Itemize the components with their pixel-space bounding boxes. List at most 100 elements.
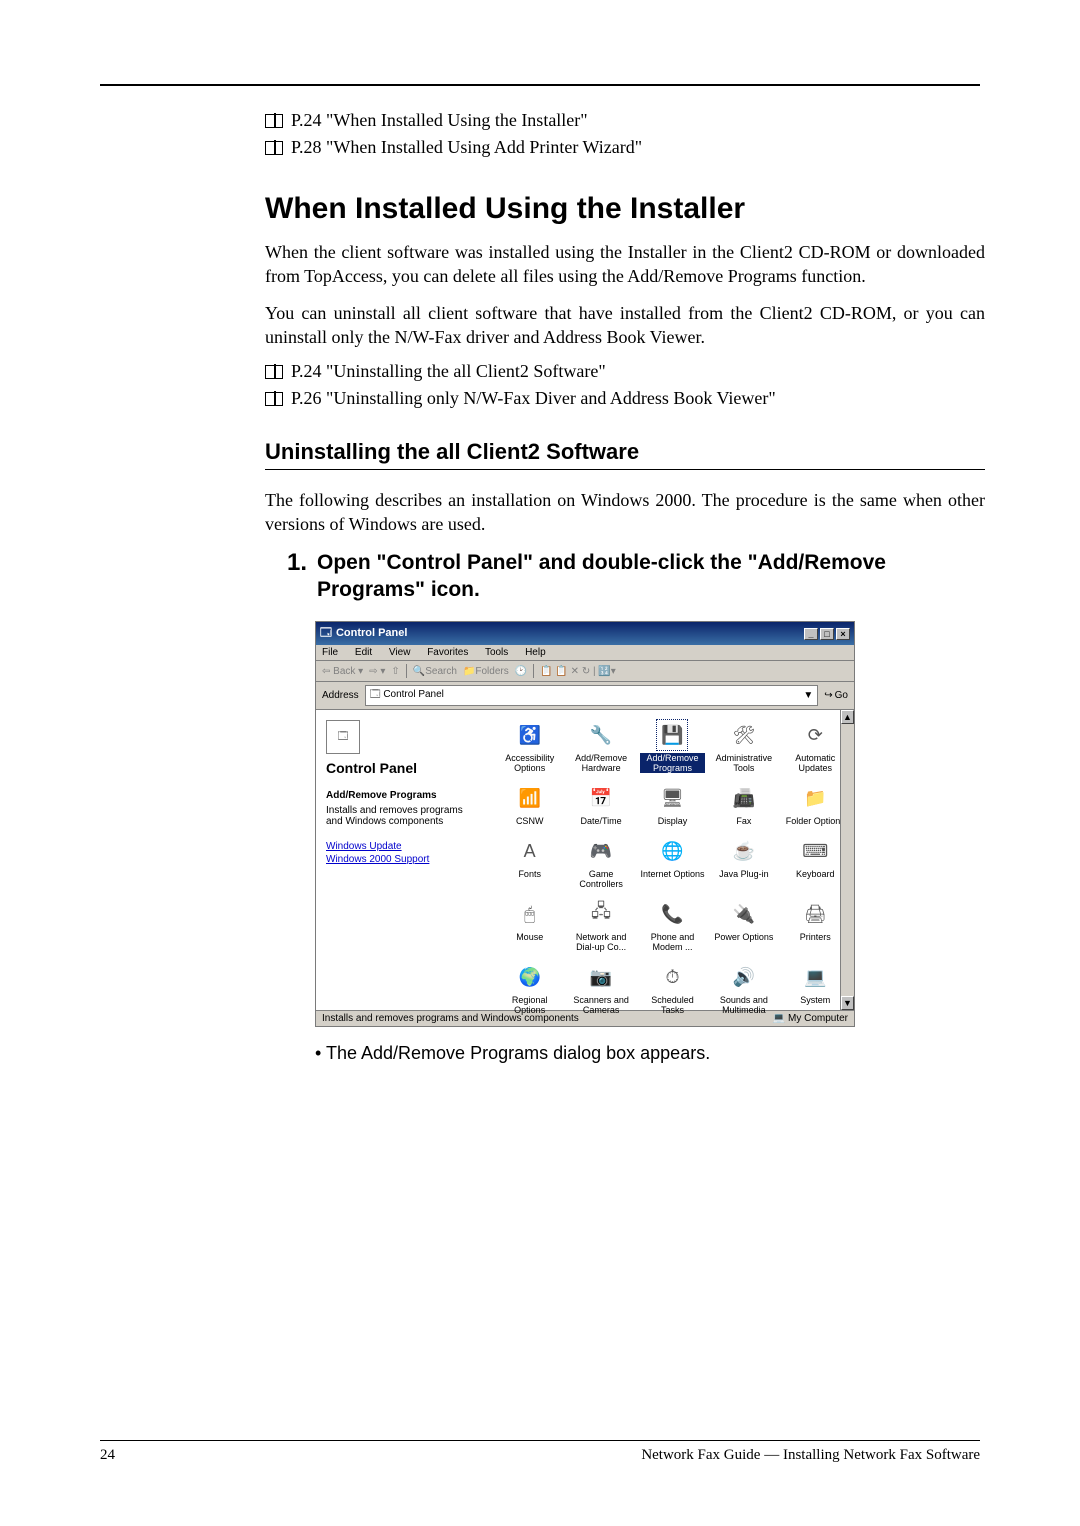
item-icon: 📶 <box>515 783 545 813</box>
menu-view[interactable]: View <box>389 647 411 658</box>
separator <box>533 664 534 678</box>
menu-favorites[interactable]: Favorites <box>427 647 468 658</box>
control-panel-left-pane: 🗔 Control Panel Add/Remove Programs Inst… <box>316 710 491 1010</box>
item-icon: 📁 <box>800 783 830 813</box>
item-label: Fonts <box>518 869 541 879</box>
control-panel-item[interactable]: 🔌Power Options <box>709 897 778 954</box>
address-label: Address <box>322 690 359 701</box>
book-icon <box>265 365 283 379</box>
forward-button[interactable]: ⇨ ▾ <box>369 666 385 677</box>
windows-2000-support-link[interactable]: Windows 2000 Support <box>326 854 481 865</box>
control-panel-item[interactable]: ☕ Java Plug-in <box>709 834 778 891</box>
control-panel-item[interactable]: 📅Date/Time <box>566 781 635 828</box>
control-panel-item[interactable]: 🎮Game Controllers <box>566 834 635 891</box>
item-label: Printers <box>800 932 831 942</box>
selected-item-desc: Installs and removes programs and Window… <box>326 805 481 827</box>
menu-tools[interactable]: Tools <box>485 647 508 658</box>
item-icon: 🌐 <box>657 836 687 866</box>
scroll-up-arrow[interactable]: ▲ <box>841 710 854 724</box>
address-value: Control Panel <box>383 689 444 700</box>
titlebar[interactable]: 🗔Control Panel _ □ × <box>316 622 854 645</box>
toolbar-extra-icons[interactable]: 📋 📋 ✕ ↻ | 🔢▾ <box>540 666 616 677</box>
reference-text: P.26 "Uninstalling only N/W-Fax Diver an… <box>291 388 776 409</box>
back-button[interactable]: ⇦ Back ▾ <box>322 666 363 677</box>
control-panel-item[interactable]: 📠Fax <box>709 781 778 828</box>
windows-update-link[interactable]: Windows Update <box>326 841 481 852</box>
item-icon: ☕ <box>729 836 759 866</box>
item-label: Network and Dial-up Co... <box>568 932 633 952</box>
item-icon: A <box>515 836 545 866</box>
minimize-button[interactable]: _ <box>804 628 818 640</box>
control-panel-item[interactable]: A Fonts <box>495 834 564 891</box>
vertical-scrollbar[interactable]: ▲ ▼ <box>840 710 854 1010</box>
step-instruction: Open "Control Panel" and double-click th… <box>317 549 985 604</box>
item-label: Accessibility Options <box>497 753 562 773</box>
control-panel-item[interactable]: 📷Scanners and Cameras <box>566 960 635 1017</box>
page-content: P.24 "When Installed Using the Installer… <box>265 110 985 1064</box>
item-label: Add/Remove Programs <box>640 753 705 773</box>
menu-edit[interactable]: Edit <box>355 647 372 658</box>
control-panel-item[interactable]: 🔧Add/Remove Hardware <box>566 718 635 775</box>
control-panel-item[interactable]: 🌍Regional Options <box>495 960 564 1017</box>
item-label: Keyboard <box>796 869 835 879</box>
maximize-button[interactable]: □ <box>820 628 834 640</box>
left-pane-heading: Control Panel <box>326 760 481 776</box>
history-button[interactable]: 🕑 <box>515 666 527 677</box>
close-button[interactable]: × <box>836 628 850 640</box>
address-combo[interactable]: 🗔 Control Panel ▼ <box>365 685 819 706</box>
control-panel-large-icon: 🗔 <box>326 720 360 754</box>
item-icon: 📷 <box>586 962 616 992</box>
item-icon: ⏱ <box>657 962 687 992</box>
control-panel-item[interactable]: 🌐Internet Options <box>638 834 707 891</box>
item-label: Date/Time <box>581 816 622 826</box>
item-label: Fax <box>736 816 751 826</box>
go-button[interactable]: ↪Go <box>824 690 848 701</box>
item-icon: 🖨 <box>800 899 830 929</box>
control-panel-item[interactable]: 🖥Display <box>638 781 707 828</box>
control-panel-item[interactable]: 💾Add/Remove Programs <box>638 718 707 775</box>
reference-line: P.28 "When Installed Using Add Printer W… <box>265 137 985 158</box>
item-icon: 🖱 <box>515 899 545 929</box>
control-panel-item[interactable]: 🖱 Mouse <box>495 897 564 954</box>
item-label: System <box>800 995 830 1005</box>
body-paragraph: You can uninstall all client software th… <box>265 301 985 350</box>
control-panel-item[interactable]: 🛠 Administrative Tools <box>709 718 778 775</box>
item-icon: 🖥 <box>657 783 687 813</box>
book-icon <box>265 141 283 155</box>
item-label: CSNW <box>516 816 544 826</box>
item-icon: 🛠 <box>729 720 759 750</box>
control-panel-item[interactable]: 🖧Network and Dial-up Co... <box>566 897 635 954</box>
folders-button[interactable]: 📁Folders <box>463 666 509 677</box>
footer-label: Network Fax Guide — Installing Network F… <box>641 1447 980 1464</box>
toolbar: ⇦ Back ▾ ⇨ ▾ ⇧ 🔍Search 📁Folders 🕑 📋 📋 ✕ … <box>316 661 854 682</box>
control-panel-item[interactable]: 🔊Sounds and Multimedia <box>709 960 778 1017</box>
menu-file[interactable]: File <box>322 647 338 658</box>
step-number: 1. <box>287 549 307 577</box>
item-icon: ⟳ <box>800 720 830 750</box>
scroll-down-arrow[interactable]: ▼ <box>841 996 854 1010</box>
search-button[interactable]: 🔍Search <box>413 666 457 677</box>
item-label: Folder Options <box>786 816 845 826</box>
reference-text: P.24 "When Installed Using the Installer… <box>291 110 588 131</box>
reference-line: P.24 "Uninstalling the all Client2 Softw… <box>265 361 985 382</box>
item-label: Administrative Tools <box>711 753 776 773</box>
item-label: Java Plug-in <box>719 869 769 879</box>
item-label: Phone and Modem ... <box>640 932 705 952</box>
up-button[interactable]: ⇧ <box>391 666 399 677</box>
control-panel-body: 🗔 Control Panel Add/Remove Programs Inst… <box>316 710 854 1010</box>
item-label: Scheduled Tasks <box>640 995 705 1015</box>
item-icon: 🔧 <box>586 720 616 750</box>
item-label: Game Controllers <box>568 869 633 889</box>
item-label: Automatic Updates <box>783 753 848 773</box>
control-panel-item[interactable]: ⏱ Scheduled Tasks <box>638 960 707 1017</box>
menu-bar: File Edit View Favorites Tools Help <box>316 645 854 661</box>
control-panel-item[interactable]: ♿Accessibility Options <box>495 718 564 775</box>
body-paragraph: When the client software was installed u… <box>265 240 985 289</box>
item-label: Mouse <box>516 932 543 942</box>
control-panel-item[interactable]: 📞Phone and Modem ... <box>638 897 707 954</box>
dropdown-icon[interactable]: ▼ <box>803 690 813 701</box>
top-horizontal-rule <box>100 84 980 86</box>
control-panel-item[interactable]: 📶 CSNW <box>495 781 564 828</box>
section-heading: When Installed Using the Installer <box>265 192 985 226</box>
menu-help[interactable]: Help <box>525 647 546 658</box>
